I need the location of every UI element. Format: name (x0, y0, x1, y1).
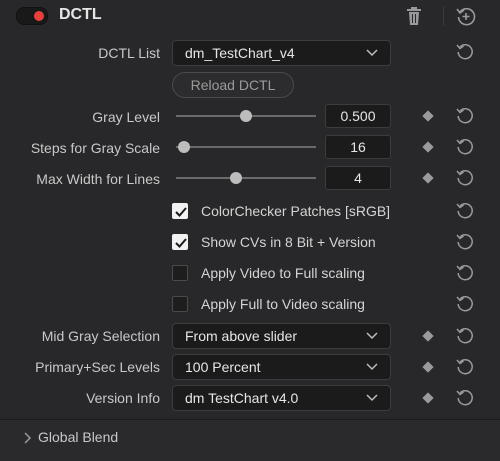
show-cvs-checkbox[interactable] (172, 234, 188, 250)
dropdown-value: dm TestChart v4.0 (185, 390, 299, 406)
video-to-full-checkbox[interactable] (172, 265, 188, 281)
enable-toggle[interactable] (16, 7, 48, 25)
reset-icon[interactable] (455, 106, 475, 126)
checkmark-icon (175, 207, 187, 217)
dropdown-label: Mid Gray Selection (41, 328, 160, 344)
checkbox-label: Apply Full to Video scaling (201, 296, 365, 312)
keyframe-diamond-icon[interactable] (422, 392, 434, 404)
colorchecker-checkbox[interactable] (172, 203, 188, 219)
trash-icon[interactable] (405, 6, 423, 26)
reset-icon[interactable] (455, 326, 475, 346)
line-width-slider[interactable] (176, 172, 316, 184)
reset-icon[interactable] (455, 388, 475, 408)
checkmark-icon (175, 238, 187, 248)
chevron-down-icon (366, 363, 378, 371)
slider-thumb[interactable] (178, 141, 191, 153)
mid-gray-dropdown[interactable]: From above slider (172, 323, 391, 349)
toggle-indicator (34, 11, 44, 21)
checkbox-label: Apply Video to Full scaling (201, 265, 365, 281)
reset-icon[interactable] (455, 42, 475, 62)
slider-thumb[interactable] (230, 172, 243, 184)
dctl-panel: DCTL DCTL List dm_TestChart_v4 Reload DC… (0, 0, 500, 461)
slider-thumb[interactable] (240, 110, 252, 122)
gray-level-slider[interactable] (176, 110, 316, 122)
dropdown-label: Version Info (86, 390, 160, 406)
dctl-list-dropdown[interactable]: dm_TestChart_v4 (172, 40, 391, 66)
dctl-list-label: DCTL List (98, 45, 160, 61)
checkbox-label: ColorChecker Patches [sRGB] (201, 203, 391, 219)
reload-dctl-button[interactable]: Reload DCTL (172, 72, 294, 98)
dropdown-label: Primary+Sec Levels (35, 359, 160, 375)
slider-track (176, 146, 316, 148)
reset-icon[interactable] (455, 294, 475, 314)
reset-icon[interactable] (455, 263, 475, 283)
gray-steps-slider[interactable] (176, 141, 316, 153)
chevron-down-icon (366, 49, 378, 57)
slider-label: Steps for Gray Scale (30, 140, 160, 156)
slider-track (176, 177, 316, 179)
chevron-down-icon (366, 332, 378, 340)
reset-icon[interactable] (455, 232, 475, 252)
keyframe-diamond-icon[interactable] (422, 110, 434, 122)
keyframe-diamond-icon[interactable] (422, 330, 434, 342)
reset-icon[interactable] (455, 201, 475, 221)
chevron-right-icon (24, 432, 32, 444)
slider-label: Gray Level (92, 109, 160, 125)
version-info-dropdown[interactable]: dm TestChart v4.0 (172, 385, 391, 411)
primary-sec-levels-dropdown[interactable]: 100 Percent (172, 354, 391, 380)
reset-icon[interactable] (455, 168, 475, 188)
line-width-value[interactable]: 4 (325, 166, 391, 190)
keyframe-diamond-icon[interactable] (422, 172, 434, 184)
gray-steps-value[interactable]: 16 (325, 135, 391, 159)
keyframe-diamond-icon[interactable] (422, 361, 434, 373)
panel-title: DCTL (59, 6, 102, 23)
dctl-list-value: dm_TestChart_v4 (185, 45, 295, 61)
header-divider (443, 6, 444, 26)
chevron-down-icon (366, 394, 378, 402)
slider-label: Max Width for Lines (36, 171, 160, 187)
full-to-video-checkbox[interactable] (172, 296, 188, 312)
dropdown-value: 100 Percent (185, 359, 261, 375)
dropdown-value: From above slider (185, 328, 298, 344)
gray-level-value[interactable]: 0.500 (325, 104, 391, 128)
reset-all-icon[interactable] (455, 5, 477, 27)
global-blend-section[interactable]: Global Blend (0, 420, 500, 461)
global-blend-label: Global Blend (38, 429, 119, 445)
reset-icon[interactable] (455, 357, 475, 377)
reset-icon[interactable] (455, 137, 475, 157)
panel-header: DCTL (0, 0, 500, 32)
checkbox-label: Show CVs in 8 Bit + Version (201, 234, 376, 250)
keyframe-diamond-icon[interactable] (422, 141, 434, 153)
